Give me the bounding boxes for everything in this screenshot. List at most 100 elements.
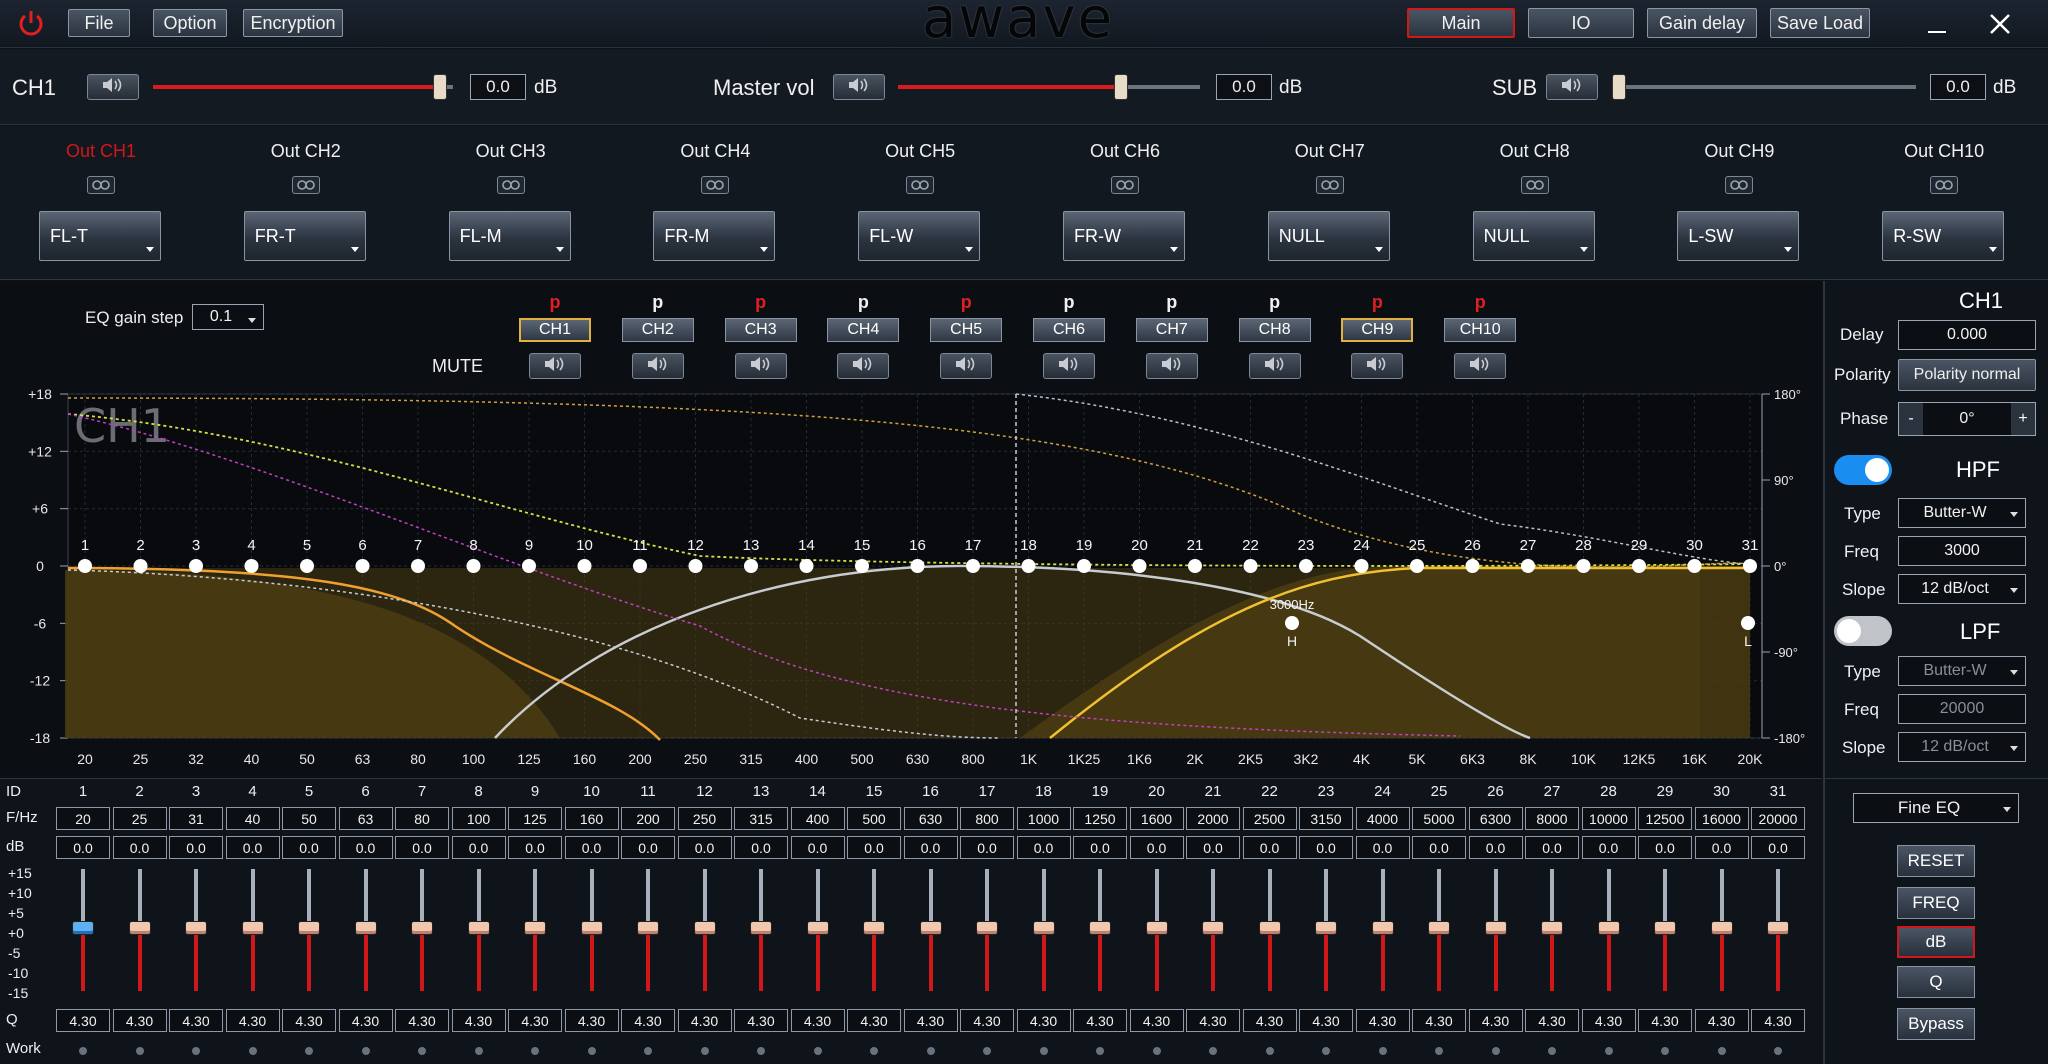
band-point[interactable] (1132, 559, 1147, 573)
nav-main-button[interactable]: Main (1407, 8, 1515, 38)
output-assign-select[interactable]: FL-T (39, 211, 161, 261)
band-gain-input[interactable]: 0.0 (169, 836, 223, 859)
band-point[interactable] (1188, 559, 1202, 573)
band-slider-thumb[interactable] (1597, 921, 1620, 935)
output-assign-select[interactable]: FR-T (243, 211, 366, 261)
nav-io-button[interactable]: IO (1528, 8, 1634, 38)
band-slider-track[interactable] (420, 869, 424, 925)
band-q-input[interactable]: 4.30 (112, 1009, 167, 1032)
band-q-input[interactable]: 4.30 (1468, 1009, 1523, 1032)
output-assign-select[interactable]: L-SW (1677, 211, 1800, 261)
band-slider-thumb[interactable] (637, 921, 659, 935)
channel-mute-button[interactable] (837, 353, 890, 379)
band-freq-input[interactable]: 20 (56, 807, 110, 830)
eq-channel-tab[interactable]: CH10 (1444, 318, 1517, 342)
band-q-input[interactable]: 4.30 (1412, 1009, 1466, 1032)
band-point[interactable] (78, 559, 92, 573)
band-gain-input[interactable]: 0.0 (847, 836, 901, 859)
band-point[interactable] (1465, 559, 1480, 573)
band-freq-input[interactable]: 63 (338, 807, 393, 830)
reset-button[interactable]: RESET (1897, 845, 1975, 877)
band-slider-thumb[interactable] (919, 921, 942, 935)
band-gain-input[interactable]: 0.0 (1186, 836, 1240, 859)
eq-channel-tab[interactable]: CH7 (1135, 318, 1208, 342)
band-slider-thumb[interactable] (1654, 921, 1676, 935)
band-slider-thumb[interactable] (241, 921, 264, 935)
power-icon[interactable] (16, 8, 46, 38)
band-gain-input[interactable]: 0.0 (1525, 836, 1579, 859)
delay-input[interactable]: 0.000 (1898, 320, 2036, 350)
lpf-slope-select[interactable]: 12 dB/oct (1898, 732, 2026, 762)
band-point[interactable] (1077, 559, 1091, 573)
band-q-input[interactable]: 4.30 (734, 1009, 788, 1032)
band-q-input[interactable]: 4.30 (1129, 1009, 1184, 1032)
band-slider-thumb[interactable] (580, 921, 603, 935)
band-point[interactable] (633, 559, 647, 573)
band-slider-track[interactable] (1098, 869, 1102, 925)
band-point[interactable] (244, 559, 259, 573)
link-icon[interactable] (701, 176, 730, 194)
output-channel-label[interactable]: Out CH3 (441, 141, 581, 162)
output-channel-label[interactable]: Out CH5 (850, 141, 990, 162)
band-slider-track[interactable] (1211, 869, 1215, 925)
link-icon[interactable] (1315, 176, 1344, 194)
band-slider-thumb[interactable] (524, 921, 546, 935)
nav-gain-delay-button[interactable]: Gain delay (1647, 8, 1757, 38)
band-slider-thumb[interactable] (1315, 921, 1337, 935)
band-slider-track[interactable] (1324, 869, 1328, 925)
band-point[interactable] (744, 559, 758, 573)
band-q-input[interactable]: 4.30 (903, 1009, 958, 1032)
band-slider-thumb[interactable] (976, 921, 998, 935)
band-freq-input[interactable]: 31 (169, 807, 223, 830)
band-q-input[interactable]: 4.30 (1638, 1009, 1692, 1032)
band-point[interactable] (1576, 559, 1591, 573)
band-slider-track[interactable] (137, 869, 142, 925)
band-slider-track[interactable] (1437, 869, 1441, 925)
band-freq-input[interactable]: 100 (451, 807, 506, 830)
lpf-toggle[interactable] (1834, 616, 1892, 646)
band-q-input[interactable]: 4.30 (395, 1009, 449, 1032)
band-slider-track[interactable] (363, 869, 368, 925)
band-gain-input[interactable]: 0.0 (112, 836, 167, 859)
band-gain-input[interactable]: 0.0 (960, 836, 1014, 859)
eq-channel-tab[interactable]: CH8 (1238, 318, 1311, 342)
band-gain-input[interactable]: 0.0 (1016, 836, 1071, 859)
eq-mode-select[interactable]: Fine EQ (1853, 793, 2019, 823)
slider-thumb[interactable] (1114, 74, 1128, 100)
band-gain-input[interactable]: 0.0 (621, 836, 675, 859)
output-channel-label[interactable]: Out CH9 (1669, 141, 1809, 162)
band-gain-input[interactable]: 0.0 (1468, 836, 1523, 859)
band-point[interactable] (300, 559, 314, 573)
band-freq-input[interactable]: 315 (734, 807, 788, 830)
band-point[interactable] (411, 559, 425, 573)
band-q-input[interactable]: 4.30 (847, 1009, 901, 1032)
output-channel-label[interactable]: Out CH7 (1260, 141, 1400, 162)
band-slider-thumb[interactable] (863, 921, 885, 935)
master-volume-value[interactable]: 0.0 (1216, 74, 1272, 100)
eq-channel-tab[interactable]: CH1 (519, 318, 591, 342)
channel-mute-button[interactable] (1145, 353, 1198, 379)
band-gain-input[interactable]: 0.0 (282, 836, 336, 859)
file-menu-button[interactable]: File (68, 9, 130, 37)
band-slider-thumb[interactable] (1202, 921, 1224, 935)
band-q-input[interactable]: 4.30 (169, 1009, 223, 1032)
lpf-type-select[interactable]: Butter-W (1898, 656, 2026, 686)
band-slider-track[interactable] (1267, 869, 1272, 925)
band-slider-thumb[interactable] (1371, 921, 1394, 935)
band-freq-input[interactable]: 400 (790, 807, 845, 830)
band-freq-input[interactable]: 5000 (1412, 807, 1466, 830)
phase-plus-button[interactable]: + (2011, 403, 2035, 435)
band-point[interactable] (855, 559, 869, 573)
phase-minus-button[interactable]: - (1899, 403, 1923, 435)
band-q-input[interactable]: 4.30 (225, 1009, 280, 1032)
close-icon[interactable] (1985, 9, 2015, 39)
band-slider-thumb[interactable] (1541, 921, 1563, 935)
hpf-freq-input[interactable]: 3000 (1898, 536, 2026, 566)
ch-volume-value[interactable]: 0.0 (470, 74, 526, 100)
band-point[interactable] (966, 559, 980, 573)
link-icon[interactable] (1520, 176, 1549, 194)
band-q-input[interactable]: 4.30 (564, 1009, 619, 1032)
band-freq-input[interactable]: 50 (282, 807, 336, 830)
band-slider-track[interactable] (589, 869, 594, 925)
band-point[interactable] (1687, 559, 1702, 573)
